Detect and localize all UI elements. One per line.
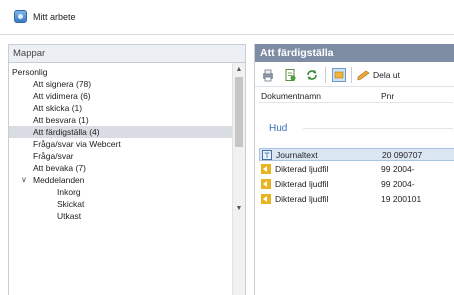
folder-label: Att vidimera (6) — [33, 91, 91, 101]
folder-scrollbar[interactable]: ▲ ▼ — [232, 63, 245, 295]
scroll-up-icon[interactable]: ▲ — [233, 64, 245, 76]
folder-inkorg[interactable]: Inkorg — [9, 186, 233, 198]
folder-att-skicka[interactable]: Att skicka (1) — [9, 102, 233, 114]
folder-label: Fråga/svar via Webcert — [33, 139, 121, 149]
document-name: Journaltext — [276, 150, 318, 160]
folder-tree: Personlig Att signera (78) Att vidimera … — [9, 63, 245, 295]
folder-utkast[interactable]: Utkast — [9, 210, 233, 222]
folder-label: Personlig — [12, 67, 48, 77]
folder-label: Att signera (78) — [33, 79, 92, 89]
title-bar: Mitt arbete — [0, 0, 454, 34]
chevron-down-icon[interactable]: ∨ — [21, 174, 27, 186]
folder-att-vidimera[interactable]: Att vidimera (6) — [9, 90, 233, 102]
folder-skickat[interactable]: Skickat — [9, 198, 233, 210]
document-pnr: 20 090707 — [382, 150, 423, 160]
view-toggle-icon[interactable] — [332, 68, 346, 82]
title-divider — [0, 34, 454, 35]
column-header-dokumentnamn[interactable]: Dokumentnamn — [261, 91, 321, 101]
printer-icon[interactable] — [261, 68, 275, 82]
folder-label: Att besvara (1) — [33, 115, 89, 125]
table-row[interactable]: Dikterad ljudfil 99 2004- — [259, 163, 454, 176]
header-divider — [259, 102, 453, 103]
folder-att-fardigstalla[interactable]: Att färdigställa (4) — [9, 126, 233, 138]
document-name: Dikterad ljudfil — [275, 179, 329, 189]
refresh-icon[interactable] — [305, 68, 319, 82]
document-pnr: 99 2004- — [381, 179, 415, 189]
table-row[interactable]: Journaltext 20 090707 — [259, 148, 454, 161]
folder-label: Meddelanden — [33, 175, 85, 185]
column-header-pnr[interactable]: Pnr — [381, 91, 394, 101]
document-name: Dikterad ljudfil — [275, 164, 329, 174]
document-icon[interactable] — [283, 68, 297, 82]
audio-icon — [261, 179, 271, 189]
table-row[interactable]: Dikterad ljudfil 99 2004- — [259, 178, 454, 191]
folder-fraga-svar-webcert[interactable]: Fråga/svar via Webcert — [9, 138, 233, 150]
folders-header: Mappar — [9, 45, 245, 63]
toolbar-divider — [351, 67, 352, 83]
folder-label: Att skicka (1) — [33, 103, 83, 113]
documents-panel: Att färdigställa Dela ut Dokumentnamn Pn… — [254, 44, 454, 295]
audio-icon — [261, 194, 271, 204]
group-divider — [303, 128, 453, 129]
folder-label: Utkast — [57, 211, 82, 221]
group-label-hud: Hud — [269, 123, 288, 134]
window-title: Mitt arbete — [33, 12, 76, 22]
folder-fraga-svar[interactable]: Fråga/svar — [9, 150, 233, 162]
dela-ut-button[interactable]: Dela ut — [373, 70, 400, 80]
app-icon — [14, 10, 27, 23]
folder-label: Skickat — [57, 199, 85, 209]
table-row[interactable]: Dikterad ljudfil 19 200101 — [259, 193, 454, 206]
document-pnr: 19 200101 — [381, 194, 422, 204]
folder-meddelanden[interactable]: ∨ Meddelanden — [9, 174, 233, 186]
document-name: Dikterad ljudfil — [275, 194, 329, 204]
document-pnr: 99 2004- — [381, 164, 415, 174]
toolbar: Dela ut — [255, 63, 454, 87]
folder-label: Inkorg — [57, 187, 81, 197]
scroll-down-icon[interactable]: ▼ — [233, 203, 245, 215]
journal-icon — [262, 150, 272, 160]
folder-att-besvara[interactable]: Att besvara (1) — [9, 114, 233, 126]
toolbar-divider — [325, 67, 326, 83]
folder-label: Att bevaka (7) — [33, 163, 86, 173]
folder-label: Att färdigställa (4) — [33, 127, 100, 137]
audio-icon — [261, 164, 271, 174]
folder-personlig[interactable]: Personlig — [9, 66, 233, 78]
scrollbar-thumb[interactable] — [235, 77, 243, 147]
pencil-icon[interactable] — [357, 68, 371, 82]
folder-label: Fråga/svar — [33, 151, 74, 161]
folders-panel: Mappar Personlig Att signera (78) Att vi… — [8, 44, 246, 295]
folder-att-signera[interactable]: Att signera (78) — [9, 78, 233, 90]
panel-title: Att färdigställa — [255, 44, 454, 62]
folder-att-bevaka[interactable]: Att bevaka (7) — [9, 162, 233, 174]
